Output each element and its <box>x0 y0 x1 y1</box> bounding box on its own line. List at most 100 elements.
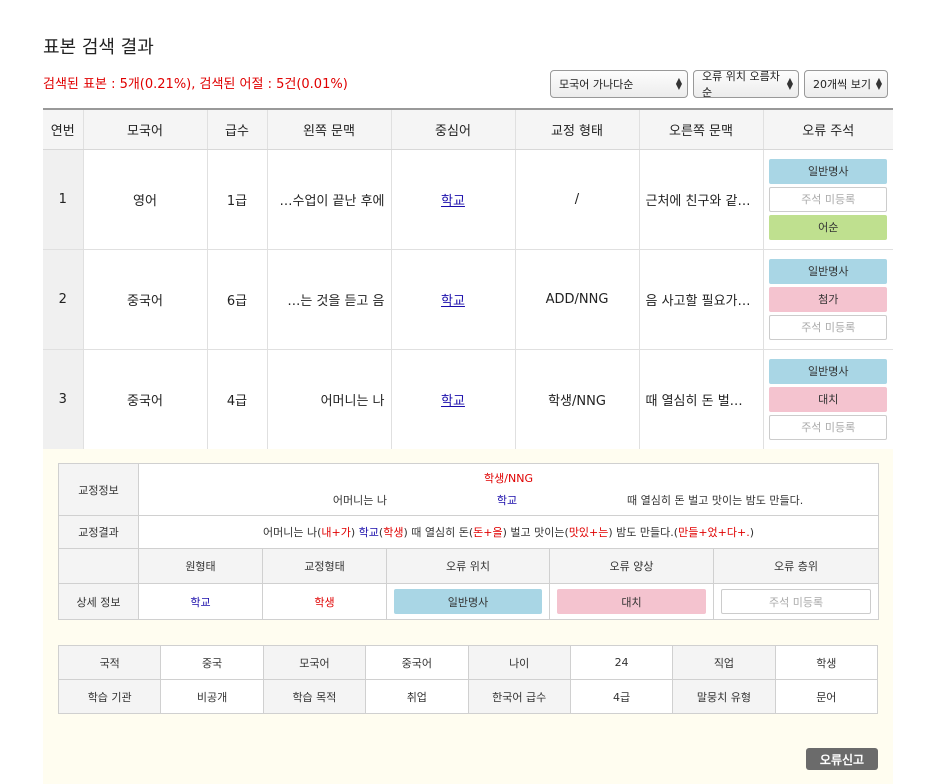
result-correction: 내+가 <box>321 526 351 539</box>
result-correction: 돈+을 <box>473 526 503 539</box>
select-arrows-icon: ▲ ▼ <box>675 76 682 91</box>
sub-header-orig-form: 원형태 <box>138 548 263 584</box>
learner-meta-table: 국적 중국 모국어 중국어 나이 24 직업 학생 학습 기관 비공개 학습 목… <box>57 645 879 714</box>
col-header-no[interactable]: 연번 <box>43 108 84 150</box>
correction-info-cell: 학생/NNG 어머니는 나 학교 때 열심히 돈 벌고 맛이는 밤도 만들다. <box>137 463 880 516</box>
search-summary: 검색된 표본 : 5개(0.21%), 검색된 어절 : 5건(0.01%) <box>43 77 348 92</box>
col-header-left-context[interactable]: 왼쪽 문맥 <box>267 108 392 150</box>
result-text: ) <box>749 526 755 539</box>
col-header-level[interactable]: 급수 <box>207 108 268 150</box>
keyword-link[interactable]: 학교 <box>441 294 465 309</box>
correction-right-context: 때 열심히 돈 벌고 맛이는 밤도 만들다. <box>627 493 804 507</box>
meta-value-occupation: 학생 <box>774 645 879 680</box>
page-size-select[interactable]: 20개씩 보기 ▲ ▼ <box>804 70 888 98</box>
select-arrows-icon: ▲ ▼ <box>875 76 882 91</box>
detail-err-level-cell: 주석 미등록 <box>712 583 880 620</box>
annotation-tag[interactable]: 어순 <box>769 214 888 240</box>
correction-keyword: 학교 <box>496 493 518 507</box>
annotation-tag[interactable]: 주석 미등록 <box>769 414 888 440</box>
row-right-context: 근처에 친구와 같… <box>639 149 764 250</box>
row-level: 4급 <box>207 349 268 450</box>
meta-value-purpose: 취업 <box>365 679 469 714</box>
annotation-tag[interactable]: 대치 <box>769 386 888 412</box>
meta-value-corpus-type: 문어 <box>774 679 879 714</box>
col-header-annotation[interactable]: 오류 주석 <box>763 108 893 150</box>
table-row[interactable]: 1 영어 1급 …수업이 끝난 후에 학교 / 근처에 친구와 같… 일반명사 … <box>43 149 893 250</box>
row-annotations: 일반명사 주석 미등록 어순 <box>763 149 893 250</box>
results-table: 연번 모국어 급수 왼쪽 문맥 중심어 교정 형태 오른쪽 문맥 오류 주석 1… <box>43 108 893 450</box>
detail-err-pos-cell: 일반명사 <box>386 583 550 620</box>
annotation-tag[interactable]: 일반명사 <box>769 158 888 184</box>
annotation-tag[interactable]: 일반명사 <box>769 258 888 284</box>
keyword-link[interactable]: 학교 <box>441 194 465 209</box>
col-header-language[interactable]: 모국어 <box>83 108 208 150</box>
sort-language-select[interactable]: 모국어 가나다순 ▲ ▼ <box>550 70 688 98</box>
row-left-context: 어머니는 나 <box>267 349 392 450</box>
annotation-tag[interactable]: 일반명사 <box>769 358 888 384</box>
row-number: 3 <box>43 349 84 450</box>
result-text: ) 밤도 만들다.( <box>608 526 679 539</box>
meta-label-institution: 학습 기관 <box>57 679 162 714</box>
correction-detail-table: 교정정보 학생/NNG 어머니는 나 학교 때 열심히 돈 벌고 맛이는 밤도 … <box>58 463 880 620</box>
row-annotations: 일반명사 대치 주석 미등록 <box>763 349 893 450</box>
col-header-right-context[interactable]: 오른쪽 문맥 <box>639 108 764 150</box>
error-type-tag[interactable]: 대치 <box>557 589 706 614</box>
row-number: 2 <box>43 249 84 350</box>
table-row[interactable]: 3 중국어 4급 어머니는 나 학교 학생/NNG 때 열심히 돈 벌… 일반명… <box>43 349 893 450</box>
annotation-tag[interactable]: 첨가 <box>769 286 888 312</box>
annotation-tag[interactable]: 주석 미등록 <box>769 314 888 340</box>
sort-error-select[interactable]: 오류 위치 오름차순 ▲ ▼ <box>693 70 799 99</box>
row-language: 중국어 <box>83 249 208 350</box>
row-language: 중국어 <box>83 349 208 450</box>
report-error-button[interactable]: 오류신고 <box>806 748 878 770</box>
meta-label-corpus-type: 말뭉치 유형 <box>672 679 776 714</box>
result-text: ) 벌고 맛이는( <box>502 526 569 539</box>
detail-corr-form: 학생 <box>262 583 387 620</box>
sub-header-err-pos: 오류 위치 <box>386 548 550 584</box>
detail-info-label: 상세 정보 <box>58 583 139 620</box>
row-keyword-cell: 학교 <box>391 149 516 250</box>
row-number: 1 <box>43 149 84 250</box>
row-keyword-cell: 학교 <box>391 349 516 450</box>
meta-label-nationality: 국적 <box>57 645 162 680</box>
col-header-correction[interactable]: 교정 형태 <box>515 108 640 150</box>
page-size-value: 20개씩 보기 <box>813 78 871 91</box>
correction-info-label: 교정정보 <box>58 463 139 516</box>
table-row[interactable]: 2 중국어 6급 …는 것을 듣고 음 학교 ADD/NNG 음 사고할 필요가… <box>43 249 893 350</box>
select-arrows-icon: ▲ ▼ <box>786 76 793 91</box>
row-language: 영어 <box>83 149 208 250</box>
annotation-tag[interactable]: 주석 미등록 <box>769 186 888 212</box>
error-level-tag[interactable]: 주석 미등록 <box>721 589 872 614</box>
sort-error-value: 오류 위치 오름차순 <box>702 70 780 99</box>
results-header-row: 연번 모국어 급수 왼쪽 문맥 중심어 교정 형태 오른쪽 문맥 오류 주석 <box>43 108 893 150</box>
error-position-tag[interactable]: 일반명사 <box>394 589 542 614</box>
keyword-link[interactable]: 학교 <box>441 394 465 409</box>
row-left-context: …수업이 끝난 후에 <box>267 149 392 250</box>
col-header-keyword[interactable]: 중심어 <box>391 108 516 150</box>
row-right-context: 때 열심히 돈 벌… <box>639 349 764 450</box>
meta-value-korean-level: 4급 <box>569 679 674 714</box>
result-keyword: 학교 <box>358 526 379 539</box>
row-correction: 학생/NNG <box>515 349 640 450</box>
correction-tag: 학생/NNG <box>484 471 533 485</box>
meta-value-institution: 비공개 <box>160 679 264 714</box>
row-level: 1급 <box>207 149 268 250</box>
detail-err-type-cell: 대치 <box>549 583 714 620</box>
correction-result-label: 교정결과 <box>58 515 139 549</box>
meta-label-age: 나이 <box>467 645 571 680</box>
result-correction: 만들+었+다+. <box>678 526 750 539</box>
result-text: ) 때 열심히 돈( <box>403 526 474 539</box>
sub-header-blank <box>58 548 139 584</box>
correction-result-text: 어머니는 나(내+가) 학교(학생) 때 열심히 돈(돈+을) 벌고 맛이는(맛… <box>137 515 880 549</box>
meta-value-age: 24 <box>569 645 674 680</box>
row-annotations: 일반명사 첨가 주석 미등록 <box>763 249 893 350</box>
result-text: ) <box>350 526 359 539</box>
sort-controls: 모국어 가나다순 ▲ ▼ 오류 위치 오름차순 ▲ ▼ 20개씩 보기 ▲ ▼ <box>550 70 893 99</box>
row-left-context: …는 것을 듣고 음 <box>267 249 392 350</box>
page-title: 표본 검색 결과 <box>43 37 154 58</box>
meta-value-native-language: 중국어 <box>365 645 469 680</box>
result-correction: 맛있+는 <box>568 526 609 539</box>
meta-row: 국적 중국 모국어 중국어 나이 24 직업 학생 <box>57 645 879 680</box>
meta-label-occupation: 직업 <box>672 645 776 680</box>
detail-panel: 교정정보 학생/NNG 어머니는 나 학교 때 열심히 돈 벌고 맛이는 밤도 … <box>43 449 893 784</box>
